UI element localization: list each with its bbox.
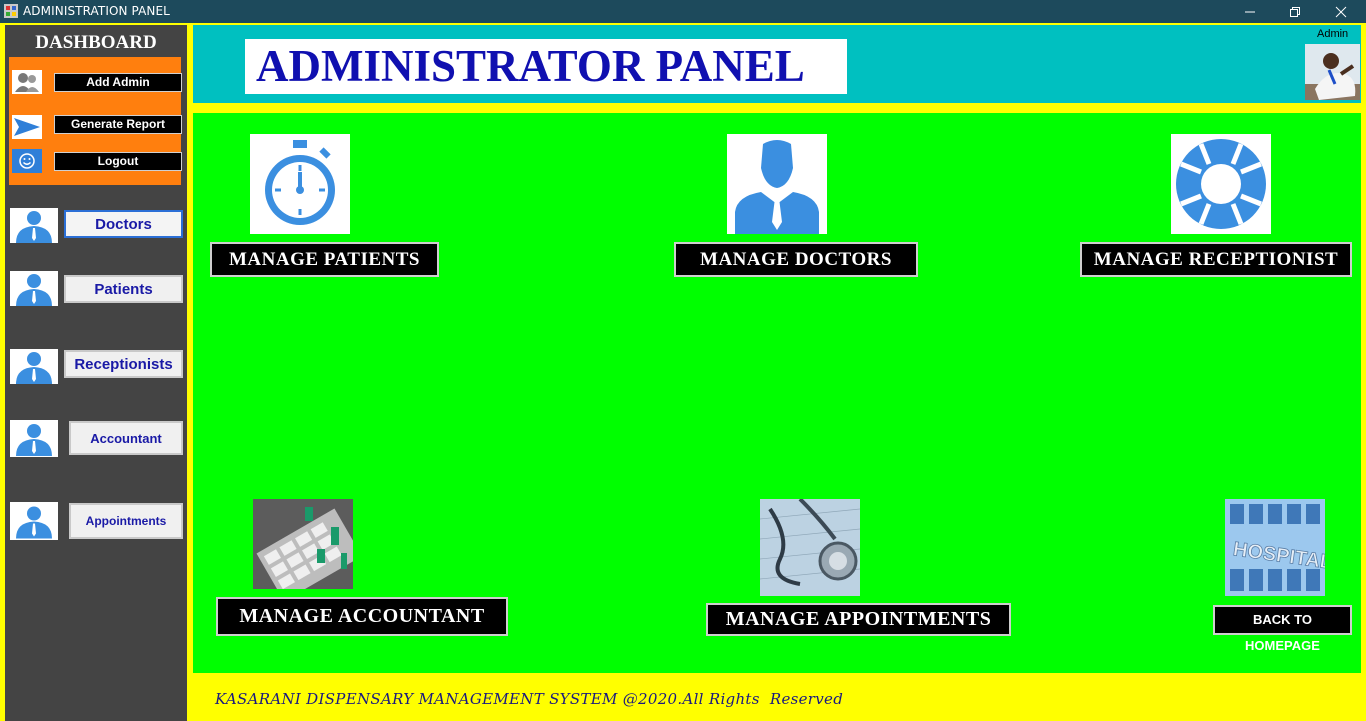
lifebuoy-icon: [1176, 139, 1266, 229]
patients-person-icon: [10, 271, 58, 306]
users-icon: [12, 70, 42, 94]
main-panel: MANAGE PATIENTS MANAGE DOCTORS MANAGE RE…: [193, 113, 1361, 673]
patients-tile[interactable]: [250, 134, 350, 234]
appointments-tile[interactable]: [759, 497, 861, 596]
stethoscope-image: [759, 497, 861, 596]
page-title: ADMINISTRATOR PANEL: [245, 39, 847, 94]
avatar[interactable]: [1305, 44, 1360, 100]
minimize-button[interactable]: [1227, 0, 1273, 23]
restore-button[interactable]: [1272, 0, 1318, 23]
appointments-person-icon: [10, 502, 58, 540]
minimize-icon: [1245, 11, 1255, 12]
manage-doctors-button[interactable]: MANAGE DOCTORS: [674, 242, 918, 277]
sidebar: DASHBOARD Add Admin Generate Report Logo…: [5, 25, 187, 721]
user-label: Admin: [1317, 28, 1349, 40]
sidebar-item-accountant[interactable]: Accountant: [69, 421, 183, 455]
close-button[interactable]: [1318, 0, 1364, 23]
dashboard-title: DASHBOARD: [35, 32, 157, 53]
hospital-image: HOSPITAL: [1225, 499, 1334, 596]
logout-button[interactable]: Logout: [54, 152, 182, 171]
sidebar-item-doctors[interactable]: Doctors: [64, 210, 183, 238]
sidebar-item-receptionists[interactable]: Receptionists: [64, 350, 183, 378]
manage-receptionist-button[interactable]: MANAGE RECEPTIONIST: [1080, 242, 1352, 277]
doctors-tile[interactable]: [727, 134, 827, 234]
accountant-person-icon: [10, 420, 58, 457]
restore-icon: [1290, 6, 1300, 17]
window-titlebar: ADMINISTRATION PANEL: [0, 0, 1366, 23]
accountant-tile[interactable]: [253, 499, 362, 602]
manage-accountant-button[interactable]: MANAGE ACCOUNTANT: [216, 597, 508, 636]
footer-copyright: KASARANI DISPENSARY MANAGEMENT SYSTEM @2…: [215, 690, 844, 708]
close-icon: [1335, 6, 1347, 17]
doctors-person-icon: [10, 208, 58, 243]
back-to-homepage-button[interactable]: BACK TO HOMEPAGE: [1213, 605, 1352, 653]
doctor-icon: [735, 140, 819, 234]
sidebar-item-appointments[interactable]: Appointments: [69, 503, 183, 539]
manage-patients-button[interactable]: MANAGE PATIENTS: [210, 242, 439, 277]
calculator-image: [253, 499, 362, 602]
homepage-tile[interactable]: HOSPITAL: [1225, 499, 1334, 596]
avatar-photo-icon: [1305, 44, 1360, 100]
smiley-icon: [12, 149, 42, 173]
generate-report-button[interactable]: Generate Report: [54, 115, 182, 134]
header-bar: ADMINISTRATOR PANEL Admin: [193, 25, 1361, 103]
receptionists-person-icon: [10, 349, 58, 384]
app-icon: [4, 4, 18, 18]
quick-actions-panel: Add Admin Generate Report Logout: [9, 57, 182, 185]
add-admin-button[interactable]: Add Admin: [54, 73, 182, 92]
arrow-right-icon: [12, 115, 42, 139]
receptionist-tile[interactable]: [1171, 134, 1271, 234]
stopwatch-icon: [265, 140, 335, 225]
window-title: ADMINISTRATION PANEL: [23, 4, 170, 18]
sidebar-item-patients[interactable]: Patients: [64, 275, 183, 303]
manage-appointments-button[interactable]: MANAGE APPOINTMENTS: [706, 603, 1011, 636]
